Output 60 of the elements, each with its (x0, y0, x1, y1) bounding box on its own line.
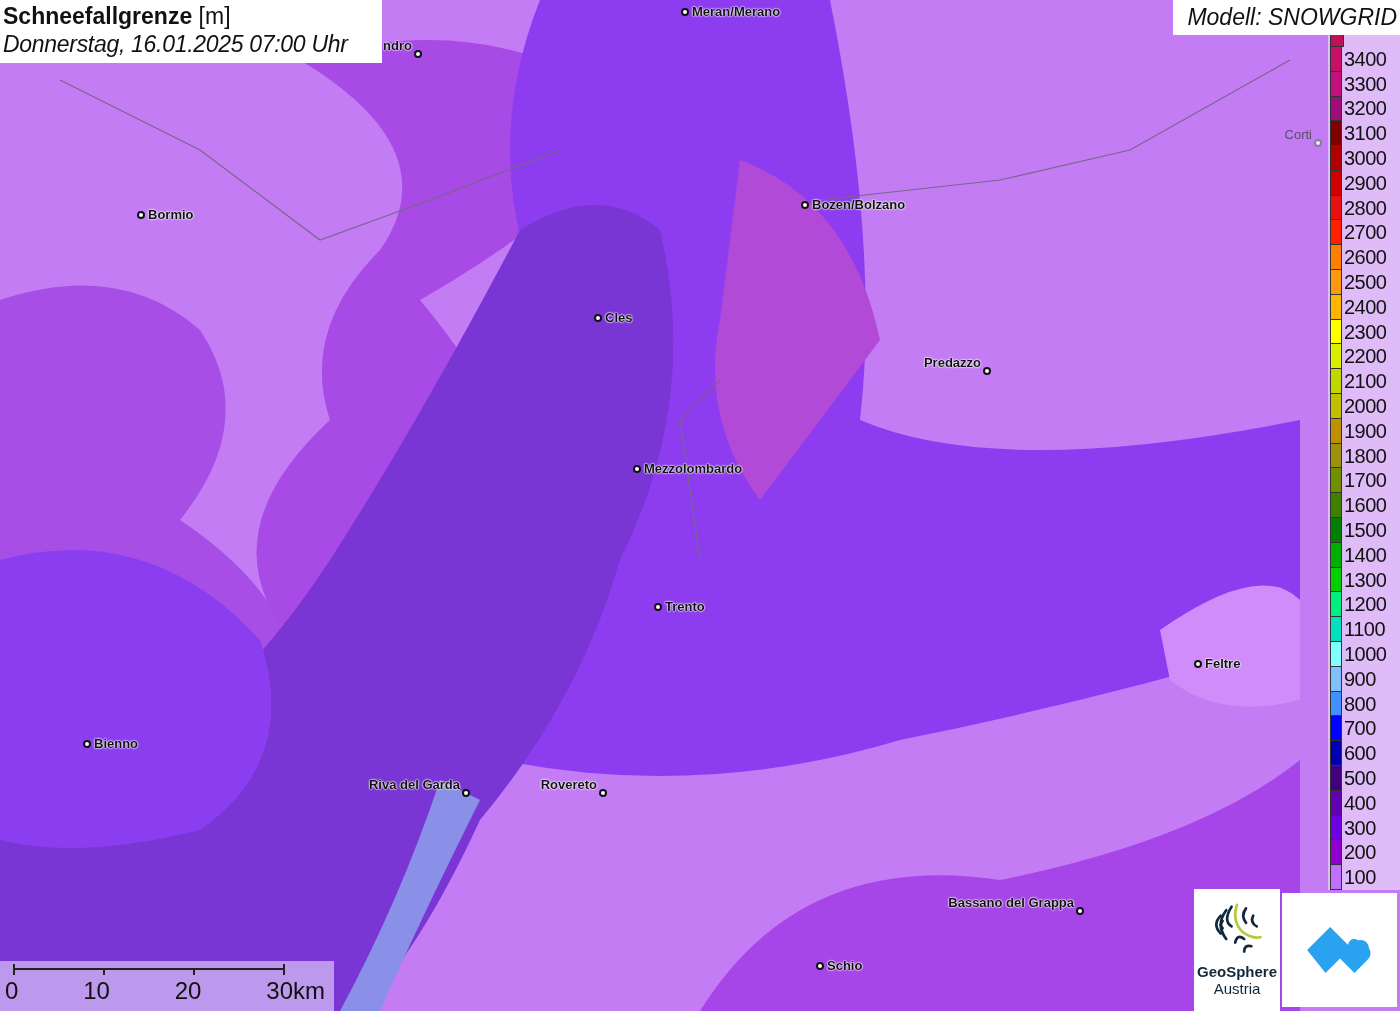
model-label: Modell: SNOWGRID (1173, 0, 1400, 35)
legend-value: 300 (1344, 816, 1376, 840)
legend-value: 2800 (1344, 196, 1387, 220)
legend-value: 2400 (1344, 295, 1387, 319)
city-label: Predazzo (923, 355, 981, 371)
legend-value: 2000 (1344, 394, 1387, 418)
legend-value: 3300 (1344, 72, 1387, 96)
city-label: Bozen/Bolzano (812, 197, 906, 213)
city-label: Bienno (94, 736, 139, 752)
legend-value: 400 (1344, 791, 1376, 815)
scale-label: 0 (5, 976, 19, 1006)
legend-value: 1600 (1344, 494, 1387, 518)
scale-label: 10 (83, 976, 110, 1006)
legend-value: 2100 (1344, 370, 1387, 394)
legend-value: 1800 (1344, 444, 1387, 468)
scale-label: 20 (174, 976, 202, 1006)
logo-subtext: Austria (1213, 980, 1261, 998)
legend-value: 3200 (1344, 97, 1387, 121)
city-label: Bassano del Grappa (948, 895, 1074, 911)
legend-swatch (1330, 35, 1344, 47)
scale-label: 30km (266, 976, 325, 1006)
legend-value: 1500 (1344, 518, 1387, 542)
legend-value: 2500 (1344, 270, 1387, 294)
legend-value: 1400 (1344, 543, 1387, 567)
city-label: Mezzolombardo (644, 461, 743, 477)
legend-value: 700 (1344, 717, 1376, 741)
legend-value: 3400 (1344, 47, 1387, 71)
legend-value: 2200 (1344, 345, 1387, 369)
city-label: Rovereto (540, 777, 597, 793)
city-label: ndro (383, 38, 412, 54)
legend-value: 2900 (1344, 171, 1387, 195)
legend-value: 2300 (1344, 320, 1387, 344)
legend-value: 900 (1344, 667, 1376, 691)
legend-value: 1000 (1344, 642, 1387, 666)
city-label: Bormio (148, 207, 194, 223)
city-label: Feltre (1205, 656, 1241, 672)
legend-value: 3100 (1344, 122, 1387, 146)
map-title: Schneefallgrenze [m] (3, 3, 232, 30)
city-label: Corti (1284, 127, 1312, 143)
legend-value: 1100 (1344, 618, 1385, 642)
legend-value: 1200 (1344, 593, 1387, 617)
legend-value: 3000 (1344, 147, 1387, 170)
legend-value: 1900 (1344, 419, 1387, 443)
legend-value: 2700 (1344, 221, 1387, 245)
legend-value: 600 (1344, 742, 1376, 766)
roof-cloud-icon (1306, 927, 1373, 973)
timestamp: Donnerstag, 16.01.2025 07:00 Uhr (3, 30, 350, 58)
legend-value: 2600 (1344, 246, 1387, 270)
legend-value: 800 (1344, 692, 1376, 716)
city-label: Riva del Garda (368, 777, 460, 793)
legend-value: 100 (1344, 866, 1376, 890)
city-label: Trento (665, 599, 705, 615)
city-label: Meran/Merano (692, 4, 781, 20)
logo-text: GeoSphere (1197, 963, 1277, 980)
legend-value: 200 (1344, 841, 1376, 865)
legend-value: 1700 (1344, 469, 1387, 493)
city-label: Cles (605, 310, 633, 326)
city-label: Schio (827, 958, 863, 974)
legend-value: 1300 (1344, 568, 1387, 592)
legend-value: 500 (1344, 766, 1376, 790)
